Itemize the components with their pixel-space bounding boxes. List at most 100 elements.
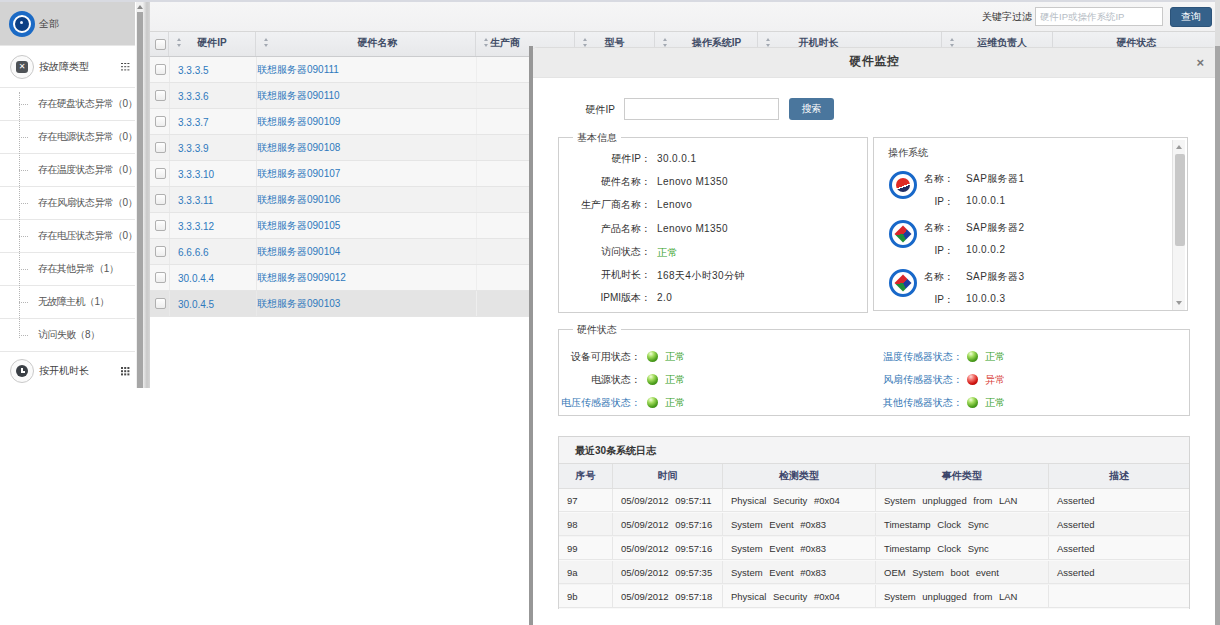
query-button[interactable]: 查询 <box>1170 7 1212 27</box>
hardware-name-link[interactable]: 联想服务器090104 <box>257 245 340 259</box>
grid-header-col-ip[interactable]: 硬件IP <box>169 32 256 56</box>
log-cell: 05/09/2012 09:57:16 <box>613 537 723 560</box>
basic-field-row: 产品名称：Lenovo M1350 <box>559 222 867 236</box>
sidebar-scrollbar[interactable] <box>136 2 143 388</box>
grid-menu-icon[interactable] <box>121 63 123 65</box>
status-ok-dot <box>967 351 978 362</box>
hardware-name-link[interactable]: 联想服务器090108 <box>257 141 340 155</box>
page-scrollbar[interactable] <box>1215 0 1220 625</box>
log-cell: 9b <box>559 585 613 608</box>
hardware-status-legend: 硬件状态 <box>573 323 621 337</box>
hardware-ip-link[interactable]: 3.3.3.12 <box>178 220 214 231</box>
sidebar-item-label: 存在电源状态异常（0） <box>38 130 137 144</box>
sidebar-group-uptime[interactable]: 按开机时长 <box>0 352 135 390</box>
scroll-down-arrow[interactable] <box>1176 301 1182 305</box>
os-name-label: 名称： <box>904 172 954 186</box>
sidebar-item-access-failed[interactable]: 访问失败（8） <box>0 319 135 352</box>
status-label-link[interactable]: 电压传感器状态： <box>559 396 641 410</box>
row-checkbox[interactable] <box>155 116 166 127</box>
log-row: 9b 05/09/2012 09:57:18 Physical Security… <box>559 585 1189 609</box>
sidebar-item-other-fault[interactable]: 存在其他异常（1） <box>0 253 135 286</box>
log-cell: 99 <box>559 537 613 560</box>
sidebar-group-fault-type[interactable]: ✕ 按故障类型 <box>0 46 135 88</box>
sidebar-item-voltage-fault[interactable]: 存在电压状态异常（0） <box>0 220 135 253</box>
field-label: 硬件IP： <box>559 152 651 166</box>
column-divider <box>169 239 170 264</box>
sidebar-item-no-fault[interactable]: 无故障主机（1） <box>0 286 135 319</box>
row-checkbox[interactable] <box>155 298 166 309</box>
hardware-name-link[interactable]: 联想服务器090111 <box>257 63 339 77</box>
log-cell: 97 <box>559 489 613 512</box>
sidebar-item-all[interactable]: 全部 <box>0 2 135 46</box>
log-header-cell: 检测类型 <box>723 464 876 488</box>
hardware-name-link[interactable]: 联想服务器090107 <box>257 167 340 181</box>
sidebar-item-label: 无故障主机（1） <box>38 295 109 309</box>
scrollbar-thumb[interactable] <box>1175 154 1185 246</box>
hardware-ip-link[interactable]: 6.6.6.6 <box>178 246 209 257</box>
sidebar-item-temp-fault[interactable]: 存在温度状态异常（0） <box>0 154 135 187</box>
grid-menu-icon[interactable] <box>121 367 123 369</box>
row-checkbox[interactable] <box>155 220 166 231</box>
os-item: 名称：SAP服务器1 IP：10.0.0.1 <box>874 171 1187 219</box>
modal-left-scrollbar[interactable] <box>529 46 533 625</box>
hardware-name-link[interactable]: 联想服务器0909012 <box>257 271 346 285</box>
row-checkbox[interactable] <box>155 142 166 153</box>
panel-divider <box>143 2 150 388</box>
filter-input[interactable] <box>1035 7 1163 26</box>
status-value: 正常 <box>665 396 685 410</box>
status-label-link[interactable]: 风扇传感器状态： <box>881 373 963 387</box>
log-row: 98 05/09/2012 09:57:16 System Event #0x8… <box>559 513 1189 537</box>
hardware-name-link[interactable]: 联想服务器090109 <box>257 115 340 129</box>
row-checkbox[interactable] <box>155 272 166 283</box>
hardware-name-link[interactable]: 联想服务器090106 <box>257 193 340 207</box>
row-checkbox[interactable] <box>155 90 166 101</box>
hardware-ip-link[interactable]: 3.3.3.10 <box>178 168 214 179</box>
basic-field-row: 硬件IP：30.0.0.1 <box>559 152 867 166</box>
tree-branch <box>19 170 28 171</box>
scrollbar-thumb[interactable] <box>137 12 143 388</box>
sidebar-item-disk-fault[interactable]: 存在硬盘状态异常（0） <box>0 88 135 121</box>
scroll-up-arrow[interactable] <box>1176 145 1182 149</box>
select-all-checkbox[interactable] <box>155 39 166 50</box>
row-checkbox[interactable] <box>155 194 166 205</box>
modal-search-input[interactable] <box>624 98 779 120</box>
os-panel-scrollbar[interactable] <box>1172 140 1185 310</box>
os-ip-value: 10.0.0.2 <box>966 244 1005 255</box>
column-divider <box>169 187 170 212</box>
status-label-link[interactable]: 其他传感器状态： <box>881 396 963 410</box>
status-value: 正常 <box>665 373 685 387</box>
basic-info-legend: 基本信息 <box>573 131 621 145</box>
row-checkbox[interactable] <box>155 246 166 257</box>
tree-branch <box>19 203 28 204</box>
hardware-ip-link[interactable]: 30.0.4.5 <box>178 298 214 309</box>
hardware-ip-link[interactable]: 3.3.3.11 <box>178 194 213 205</box>
hardware-ip-link[interactable]: 30.0.4.4 <box>178 272 214 283</box>
grid-header-col-name[interactable]: 硬件名称 <box>256 32 476 56</box>
hardware-name-link[interactable]: 联想服务器090110 <box>257 89 340 103</box>
hardware-name-link[interactable]: 联想服务器090105 <box>257 219 340 233</box>
row-checkbox[interactable] <box>155 64 166 75</box>
fault-type-icon: ✕ <box>10 55 34 79</box>
status-label-link[interactable]: 温度传感器状态： <box>881 350 963 364</box>
sidebar-item-label: 存在风扇状态异常（0） <box>38 196 137 210</box>
hardware-ip-link[interactable]: 3.3.3.7 <box>178 116 209 127</box>
hardware-name-link[interactable]: 联想服务器090103 <box>257 297 340 311</box>
hardware-ip-link[interactable]: 3.3.3.6 <box>178 90 209 101</box>
sidebar-item-power-fault[interactable]: 存在电源状态异常（0） <box>0 121 135 154</box>
all-target-icon <box>9 11 35 37</box>
log-header: 序号 时间 检测类型 事件类型 描述 <box>559 464 1189 489</box>
sidebar-item-fan-fault[interactable]: 存在风扇状态异常（0） <box>0 187 135 220</box>
scrollbar-thumb[interactable] <box>1215 46 1220 625</box>
row-checkbox[interactable] <box>155 168 166 179</box>
close-icon[interactable]: × <box>1196 56 1204 70</box>
tree-branch <box>19 104 28 105</box>
hardware-ip-link[interactable]: 3.3.3.9 <box>178 142 209 153</box>
hardware-monitor-dialog: 硬件监控 × 硬件IP 搜索 基本信息 硬件IP：30.0.0.1 硬件名称：L… <box>533 47 1216 625</box>
field-label: 生产厂商名称： <box>559 198 651 212</box>
field-value: Lenovo M1350 <box>657 223 728 234</box>
log-title-bar: 最近30条系统日志 <box>559 437 1189 464</box>
log-cell: Physical Security #0x04 <box>723 489 876 512</box>
dialog-header: 硬件监控 × <box>533 48 1216 78</box>
hardware-ip-link[interactable]: 3.3.3.5 <box>178 64 209 75</box>
modal-search-button[interactable]: 搜索 <box>789 98 834 120</box>
